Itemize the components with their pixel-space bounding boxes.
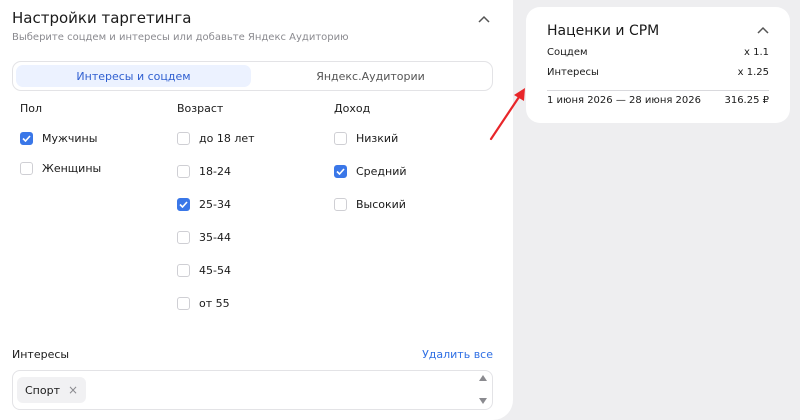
annotation-arrow-icon xyxy=(489,88,525,141)
checkbox-income-high[interactable]: Высокий xyxy=(334,197,406,211)
collapse-card-button[interactable] xyxy=(756,23,770,37)
checkbox-income-medium[interactable]: Средний xyxy=(334,164,407,178)
panel-subtitle: Выберите соцдем и интересы или добавьте … xyxy=(12,32,349,43)
checkbox-label: Низкий xyxy=(356,131,399,145)
checkbox-label: от 55 xyxy=(199,296,230,310)
checkbox-age-45-54[interactable]: 45-54 xyxy=(177,263,231,277)
tab-switcher: Интересы и соцдем Яндекс.Аудитории xyxy=(12,61,493,91)
scroll-up-arrow[interactable] xyxy=(478,374,488,382)
checkbox-icon xyxy=(177,164,190,178)
income-title: Доход xyxy=(334,102,371,115)
checkbox-age-under-18[interactable]: до 18 лет xyxy=(177,131,255,145)
checkbox-icon xyxy=(177,296,190,310)
row-value: x 1.1 xyxy=(744,47,769,58)
checkbox-age-35-44[interactable]: 35-44 xyxy=(177,230,231,244)
targeting-panel: Настройки таргетинга Выберите соцдем и и… xyxy=(0,0,513,420)
checkbox-income-low[interactable]: Низкий xyxy=(334,131,398,145)
checkbox-icon xyxy=(177,263,190,277)
gender-title: Пол xyxy=(20,102,43,115)
period-total-row: 1 июня 2026 — 28 июня 2026 316.25 ₽ xyxy=(547,95,769,106)
markup-cpm-card: Наценки и CPM Соцдем x 1.1 Интересы x 1.… xyxy=(526,7,790,123)
checkbox-label: Высокий xyxy=(356,197,406,211)
row-label: Интересы xyxy=(547,67,599,78)
row-label: Соцдем xyxy=(547,47,588,58)
checkbox-label: 35-44 xyxy=(199,230,231,244)
checkbox-label: 45-54 xyxy=(199,263,231,277)
checkbox-label: 18-24 xyxy=(199,164,231,178)
markup-row-socdem: Соцдем x 1.1 xyxy=(547,47,769,58)
triangle-down-icon xyxy=(479,398,487,404)
checkbox-icon xyxy=(334,131,347,145)
tab-interests-socdem[interactable]: Интересы и соцдем xyxy=(16,65,251,87)
checkbox-age-18-24[interactable]: 18-24 xyxy=(177,164,231,178)
checkbox-checked-icon xyxy=(334,164,347,178)
checkbox-icon xyxy=(177,131,190,145)
period-text: 1 июня 2026 — 28 июня 2026 xyxy=(547,95,701,106)
triangle-up-icon xyxy=(479,375,487,381)
delete-all-link[interactable]: Удалить все xyxy=(422,348,493,361)
divider xyxy=(547,90,769,91)
close-icon[interactable]: × xyxy=(68,383,78,397)
checkbox-label: 25-34 xyxy=(199,197,231,211)
checkbox-icon xyxy=(177,230,190,244)
tab-yandex-audiences[interactable]: Яндекс.Аудитории xyxy=(253,65,488,87)
checkbox-age-55-plus[interactable]: от 55 xyxy=(177,296,230,310)
scroll-down-arrow[interactable] xyxy=(478,397,488,405)
total-price: 316.25 ₽ xyxy=(724,95,769,106)
checkbox-label: Мужчины xyxy=(42,131,98,145)
markup-row-interests: Интересы x 1.25 xyxy=(547,67,769,78)
checkbox-checked-icon xyxy=(177,197,190,211)
collapse-targeting-button[interactable] xyxy=(477,12,491,26)
checkbox-age-25-34[interactable]: 25-34 xyxy=(177,197,231,211)
age-title: Возраст xyxy=(177,102,224,115)
checkbox-checked-icon xyxy=(20,131,33,145)
checkbox-label: Женщины xyxy=(42,161,102,175)
chevron-up-icon xyxy=(478,15,490,23)
checkbox-icon xyxy=(334,197,347,211)
interest-chip-label: Спорт xyxy=(25,383,60,397)
checkbox-label: до 18 лет xyxy=(199,131,255,145)
checkbox-gender-female[interactable]: Женщины xyxy=(20,161,101,175)
checkbox-icon xyxy=(20,161,33,175)
chevron-up-icon xyxy=(757,26,769,34)
row-value: x 1.25 xyxy=(737,67,769,78)
interests-input[interactable]: Спорт × xyxy=(12,370,493,410)
checkbox-gender-male[interactable]: Мужчины xyxy=(20,131,97,145)
panel-title: Настройки таргетинга xyxy=(12,9,192,27)
interest-chip: Спорт × xyxy=(17,377,87,403)
interests-title: Интересы xyxy=(12,348,70,361)
card-title: Наценки и CPM xyxy=(547,23,660,39)
checkbox-label: Средний xyxy=(356,164,407,178)
